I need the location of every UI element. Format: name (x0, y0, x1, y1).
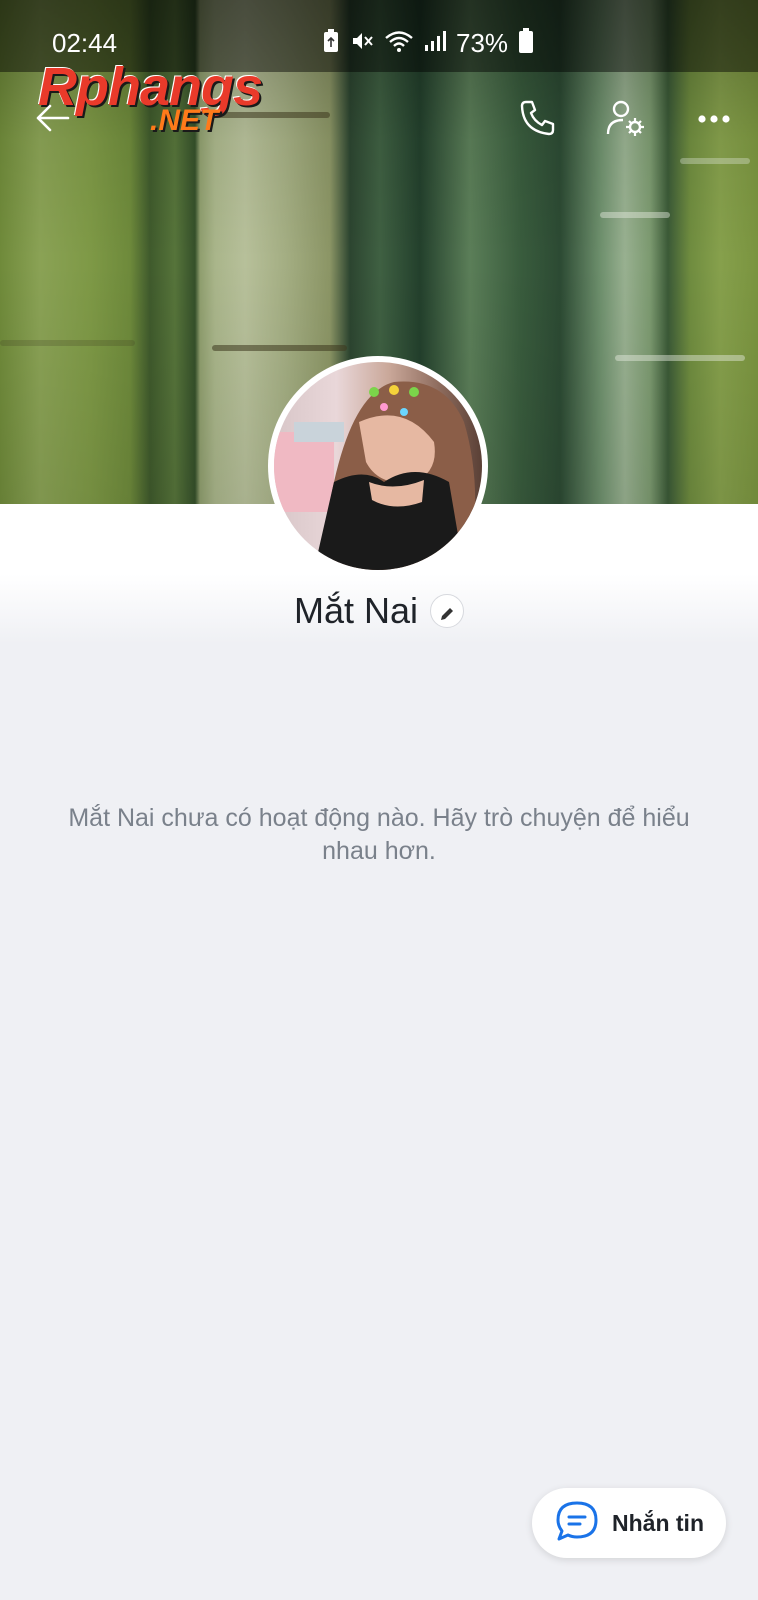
battery-icon (518, 27, 534, 59)
back-button[interactable] (28, 96, 76, 144)
empty-activity-message: Mắt Nai chưa có hoạt động nào. Hãy trò c… (68, 804, 690, 865)
message-button-label: Nhắn tin (612, 1509, 704, 1536)
call-button[interactable] (514, 96, 562, 144)
avatar-photo (274, 362, 482, 570)
mute-icon (350, 29, 374, 58)
profile-avatar[interactable] (268, 356, 488, 576)
more-button[interactable] (690, 96, 738, 144)
profile-name: Mắt Nai (293, 590, 419, 631)
edit-name-button[interactable] (430, 594, 465, 628)
user-settings-icon (605, 98, 647, 143)
profile-name-row: Mắt Nai (0, 590, 758, 632)
message-button[interactable]: Nhắn tin (532, 1488, 726, 1558)
status-icons: 73% (322, 27, 534, 59)
battery-saver-icon (322, 28, 340, 58)
status-time: 02:44 (52, 28, 118, 58)
signal-icon (424, 29, 446, 58)
more-icon (697, 111, 731, 129)
battery-percent: 73% (456, 27, 509, 58)
phone-icon (518, 98, 558, 143)
user-settings-button[interactable] (602, 96, 650, 144)
chat-bubble-icon (554, 1500, 600, 1547)
back-arrow-icon (34, 103, 70, 138)
wifi-icon (384, 29, 414, 58)
pencil-icon (438, 590, 456, 632)
watermark-line2: .NET (150, 104, 219, 137)
